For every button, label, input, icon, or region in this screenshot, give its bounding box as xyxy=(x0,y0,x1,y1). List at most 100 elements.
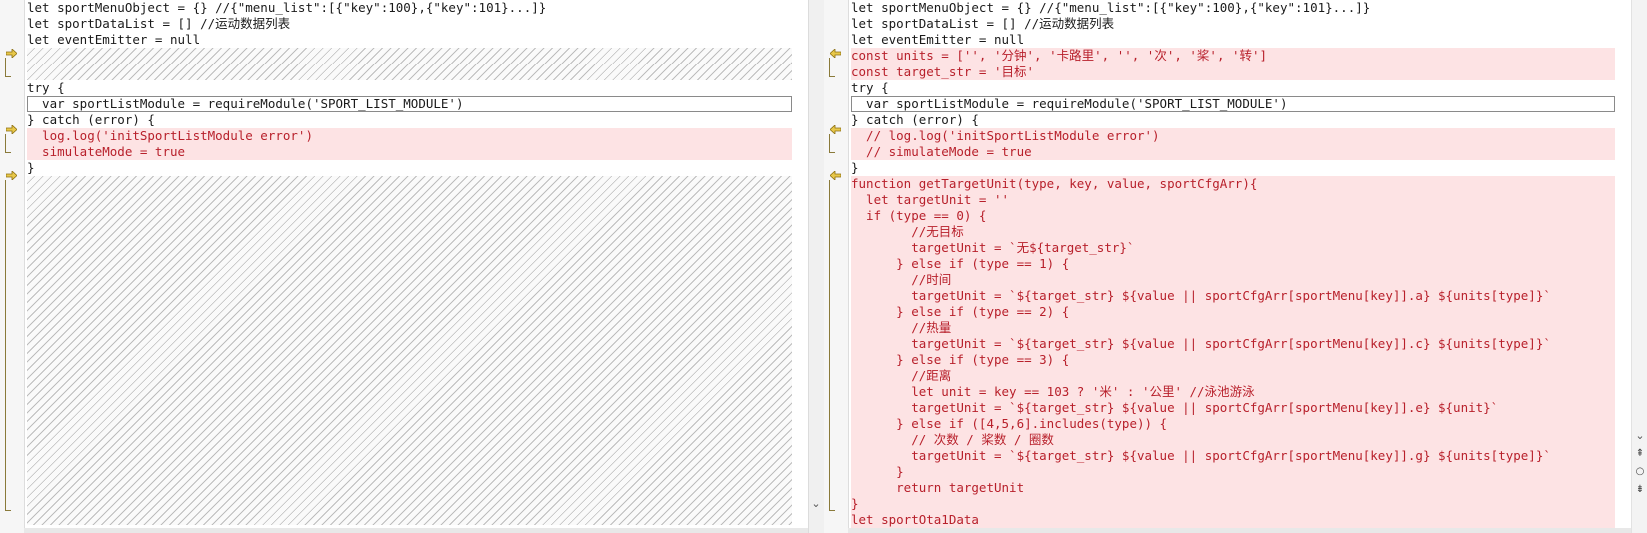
code-line-text: const target_str = '目标' xyxy=(851,64,1035,79)
left-horizontal-scrollbar[interactable] xyxy=(24,528,808,533)
code-line-text: let sportDataList = [] //运动数据列表 xyxy=(851,16,1115,31)
right-code-line[interactable]: targetUnit = `${target_str} ${value || s… xyxy=(851,448,1615,464)
left-code-line[interactable] xyxy=(27,64,792,80)
right-code-line[interactable]: targetUnit = `${target_str} ${value || s… xyxy=(851,288,1615,304)
code-line-text: let sportDataList = [] //运动数据列表 xyxy=(27,16,291,31)
left-code-line[interactable] xyxy=(27,48,792,64)
code-line-text: } catch (error) { xyxy=(27,112,155,127)
right-code-line[interactable]: } xyxy=(851,160,1615,176)
right-code-line[interactable]: return targetUnit xyxy=(851,480,1615,496)
code-line-text: function getTargetUnit(type, key, value,… xyxy=(851,176,1258,191)
code-line-text: } xyxy=(851,464,904,479)
code-line-text: // simulateMode = true xyxy=(851,144,1032,159)
right-code-line[interactable]: //热量 xyxy=(851,320,1615,336)
code-line-text: let unit = key == 103 ? '米' : '公里' //泳池游… xyxy=(851,384,1255,399)
left-code-line[interactable]: let eventEmitter = null xyxy=(27,32,792,48)
right-vertical-scrollbar[interactable]: ⌄ ⇞ ○ ⇟ xyxy=(1631,0,1647,533)
right-code-line[interactable]: let sportMenuObject = {} //{"menu_list":… xyxy=(851,0,1615,16)
right-code-line[interactable]: targetUnit = `${target_str} ${value || s… xyxy=(851,336,1615,352)
code-line-text: targetUnit = `${target_str} ${value || s… xyxy=(851,336,1551,351)
right-code-line[interactable]: } else if (type == 2) { xyxy=(851,304,1615,320)
arrow-right-icon xyxy=(6,171,17,180)
arrow-left-icon xyxy=(830,49,841,58)
code-line-text: //无目标 xyxy=(851,224,964,239)
left-change-marker-3[interactable] xyxy=(2,168,20,511)
scroll-sync-icon[interactable]: ○ xyxy=(1634,466,1646,478)
right-code-line[interactable]: targetUnit = `无${target_str}` xyxy=(851,240,1615,256)
change-bracket xyxy=(829,58,835,77)
right-code-line[interactable]: if (type == 0) { xyxy=(851,208,1615,224)
code-line-text: try { xyxy=(27,80,65,95)
code-line-text: } xyxy=(27,160,35,175)
code-line-text: let eventEmitter = null xyxy=(851,32,1025,47)
right-code-line[interactable]: let sportOta1Data xyxy=(851,512,1615,528)
right-code-line[interactable]: //距离 xyxy=(851,368,1615,384)
right-code-line[interactable]: var sportListModule = requireModule('SPO… xyxy=(851,96,1615,112)
code-line-text: } else if ([4,5,6].includes(type)) { xyxy=(851,416,1168,431)
code-line-text: let targetUnit = '' xyxy=(851,192,1010,207)
left-code-line[interactable]: try { xyxy=(27,80,792,96)
left-change-marker-1[interactable] xyxy=(2,46,20,77)
change-bracket xyxy=(5,134,11,153)
right-horizontal-scrollbar[interactable] xyxy=(848,528,1631,533)
code-line-text: } xyxy=(851,160,859,175)
scroll-next-change-icon[interactable]: ⇟ xyxy=(1634,484,1646,496)
right-code-area[interactable]: let sportMenuObject = {} //{"menu_list":… xyxy=(851,0,1615,528)
right-code-line[interactable]: //时间 xyxy=(851,272,1615,288)
left-code-line[interactable]: let sportDataList = [] //运动数据列表 xyxy=(27,16,792,32)
right-code-line[interactable]: function getTargetUnit(type, key, value,… xyxy=(851,176,1615,192)
right-code-line[interactable]: try { xyxy=(851,80,1615,96)
left-code-line[interactable]: } xyxy=(27,160,792,176)
right-code-line[interactable]: } else if (type == 1) { xyxy=(851,256,1615,272)
right-code-line[interactable]: } else if ([4,5,6].includes(type)) { xyxy=(851,416,1615,432)
left-code-line[interactable]: let sportMenuObject = {} //{"menu_list":… xyxy=(27,0,792,16)
change-bracket xyxy=(5,180,11,511)
right-code-line[interactable]: } else if (type == 3) { xyxy=(851,352,1615,368)
right-change-marker-1[interactable] xyxy=(826,46,844,77)
right-code-line[interactable]: const units = ['', '分钟', '卡路里', '', '次',… xyxy=(851,48,1615,64)
code-line-text: try { xyxy=(851,80,889,95)
arrow-left-icon xyxy=(830,125,841,134)
left-code-line[interactable] xyxy=(27,176,792,525)
left-code-line[interactable]: } catch (error) { xyxy=(27,112,792,128)
code-line-text: targetUnit = `无${target_str}` xyxy=(851,240,1135,255)
right-change-marker-2[interactable] xyxy=(826,122,844,153)
right-code-line[interactable]: } xyxy=(851,496,1615,512)
right-code-line[interactable]: //无目标 xyxy=(851,224,1615,240)
left-code-line[interactable]: var sportListModule = requireModule('SPO… xyxy=(27,96,792,112)
chevron-down-icon[interactable]: ⌄ xyxy=(810,498,822,510)
arrow-left-icon xyxy=(830,171,841,180)
code-line-text: let eventEmitter = null xyxy=(27,32,201,47)
code-line-text: const units = ['', '分钟', '卡路里', '', '次',… xyxy=(851,48,1268,63)
arrow-right-icon xyxy=(6,125,17,134)
left-gutter xyxy=(0,0,25,533)
right-code-line[interactable]: let eventEmitter = null xyxy=(851,32,1615,48)
left-code-line[interactable]: simulateMode = true xyxy=(27,144,792,160)
right-code-line[interactable]: // simulateMode = true xyxy=(851,144,1615,160)
right-code-line[interactable]: let targetUnit = '' xyxy=(851,192,1615,208)
change-bracket xyxy=(829,134,835,153)
code-line-text: //时间 xyxy=(851,272,952,287)
left-code-line[interactable]: log.log('initSportListModule error') xyxy=(27,128,792,144)
left-change-marker-2[interactable] xyxy=(2,122,20,153)
scroll-prev-change-icon[interactable]: ⇞ xyxy=(1634,448,1646,460)
code-line-text: //距离 xyxy=(851,368,952,383)
right-code-line[interactable]: let unit = key == 103 ? '米' : '公里' //泳池游… xyxy=(851,384,1615,400)
right-code-line[interactable]: // log.log('initSportListModule error') xyxy=(851,128,1615,144)
right-code-pane[interactable]: let sportMenuObject = {} //{"menu_list":… xyxy=(824,0,1631,533)
code-line-text: simulateMode = true xyxy=(27,144,186,159)
left-code-area[interactable]: let sportMenuObject = {} //{"menu_list":… xyxy=(27,0,792,525)
right-change-marker-3[interactable] xyxy=(826,168,844,511)
change-bracket xyxy=(829,180,835,511)
code-line-text: // log.log('initSportListModule error') xyxy=(851,128,1160,143)
left-code-pane[interactable]: let sportMenuObject = {} //{"menu_list":… xyxy=(0,0,808,533)
right-code-line[interactable]: targetUnit = `${target_str} ${value || s… xyxy=(851,400,1615,416)
right-code-line[interactable]: } catch (error) { xyxy=(851,112,1615,128)
code-line-text: let sportOta1Data xyxy=(851,512,979,527)
right-code-line[interactable]: let sportDataList = [] //运动数据列表 xyxy=(851,16,1615,32)
right-code-line[interactable]: } xyxy=(851,464,1615,480)
code-line-text: } else if (type == 3) { xyxy=(851,352,1070,367)
chevron-down-icon[interactable]: ⌄ xyxy=(1634,430,1646,442)
right-code-line[interactable]: // 次数 / 桨数 / 圈数 xyxy=(851,432,1615,448)
right-code-line[interactable]: const target_str = '目标' xyxy=(851,64,1615,80)
